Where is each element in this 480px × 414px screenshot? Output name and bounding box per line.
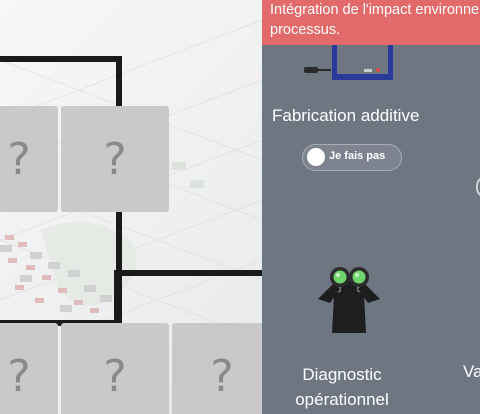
3d-printer-icon <box>304 45 393 80</box>
item-label-operational-diagnosis: Diagnostic opérationnel <box>295 365 389 409</box>
hidden-card[interactable]: ? <box>61 106 169 212</box>
hidden-card[interactable]: ? <box>0 106 58 212</box>
hidden-card[interactable]: ? <box>172 323 262 414</box>
hidden-card[interactable]: ? <box>0 323 58 414</box>
game-board: ? ? ? ? ? <box>0 0 262 414</box>
notification-banner: Intégration de l'impact environnemental … <box>262 0 480 45</box>
banner-line-2: processus. <box>270 22 341 38</box>
binoculars-icon <box>318 267 380 333</box>
partial-toggle-edge[interactable] <box>476 176 480 198</box>
toggle-label: Je fais pas <box>329 150 386 162</box>
item-title-additive-manufacturing: Fabrication additive <box>272 106 420 125</box>
practice-toggle[interactable]: Je fais pas <box>302 144 402 171</box>
hidden-card[interactable]: ? <box>61 323 169 414</box>
banner-line-1: Intégration de l'impact environnemental <box>270 2 480 18</box>
card-frame-bottom-right <box>114 270 262 330</box>
toggle-knob[interactable] <box>307 148 325 166</box>
item-label-partial: Va <box>463 362 480 381</box>
info-panel: Intégration de l'impact environnemental … <box>262 0 480 414</box>
